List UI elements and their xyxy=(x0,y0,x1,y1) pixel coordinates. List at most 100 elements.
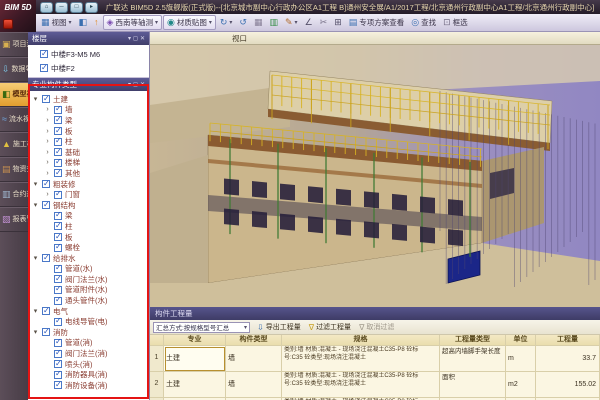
minimize-button[interactable]: ─ xyxy=(55,2,68,13)
walk-button[interactable]: ↺ xyxy=(236,17,250,28)
collapse-arrow-icon[interactable]: › xyxy=(44,106,51,113)
tree-item[interactable]: ›楼梯 xyxy=(28,158,149,169)
close-icon[interactable]: ✕ xyxy=(140,81,145,88)
checkbox-checked-icon[interactable] xyxy=(42,201,50,209)
section-button[interactable]: ✂ xyxy=(317,17,331,28)
tree-item[interactable]: ▾消防 xyxy=(28,327,149,338)
home-menu-icon[interactable] xyxy=(3,19,13,29)
menu-button[interactable]: ▸ xyxy=(85,2,98,13)
frame-button[interactable]: ⊞ xyxy=(331,17,345,28)
tree-item[interactable]: ›板 xyxy=(28,126,149,137)
checkbox-checked-icon[interactable] xyxy=(54,212,62,220)
tree-item[interactable]: 管道(消) xyxy=(28,338,149,349)
checkbox-checked-icon[interactable] xyxy=(54,106,62,114)
tree-item[interactable]: ›门窗 xyxy=(28,189,149,200)
checkbox-checked-icon[interactable] xyxy=(54,138,62,146)
tree-item[interactable]: 阀门法兰(水) xyxy=(28,274,149,285)
summary-mode-combo[interactable]: 汇总方式:按规格型号汇总 ▾ xyxy=(153,322,250,333)
table-row[interactable]: 1土建墙类别:墙 材质:混凝土 - 现场浇注混凝土C35-P8 砼标号:C35 … xyxy=(150,346,600,372)
checkbox-checked-icon[interactable] xyxy=(54,275,62,283)
collapse-arrow-icon[interactable]: › xyxy=(44,191,51,198)
measure-button[interactable]: ✎▾ xyxy=(282,17,301,28)
checkbox-checked-icon[interactable] xyxy=(54,360,62,368)
sidebar-item-data-import[interactable]: ⇩数据导入 xyxy=(0,57,28,82)
tree-item[interactable]: ▾电气 xyxy=(28,306,149,317)
collapse-arrow-icon[interactable]: › xyxy=(44,170,51,177)
restore-button[interactable]: □ xyxy=(70,2,83,13)
checkbox-checked-icon[interactable] xyxy=(54,350,62,358)
tree-item[interactable]: 消防器具(消) xyxy=(28,369,149,380)
expand-arrow-icon[interactable]: ▾ xyxy=(32,95,39,103)
tree-item[interactable]: 梁 xyxy=(28,211,149,222)
box-select-button[interactable]: ⊡框选 xyxy=(440,16,471,29)
export-quantity-button[interactable]: ⇩导出工程量 xyxy=(257,322,301,332)
material-map-button[interactable]: ◉材质贴图▾ xyxy=(163,15,216,30)
checkbox-checked-icon[interactable] xyxy=(42,95,50,103)
sidebar-item-contract[interactable]: ▥合约规划 xyxy=(0,182,28,207)
checkbox-checked-icon[interactable] xyxy=(42,328,50,336)
sidebar-item-simulation[interactable]: ▲施工模拟 xyxy=(0,132,28,157)
collapse-arrow-icon[interactable]: › xyxy=(44,159,51,166)
cascade-button[interactable]: ◧ xyxy=(76,17,91,28)
find-button[interactable]: ◎查找 xyxy=(408,16,439,29)
axonometric-button[interactable]: ◈西南等轴测▾ xyxy=(103,15,162,30)
tree-item[interactable]: ›基础 xyxy=(28,147,149,158)
tree-item[interactable]: ›其他 xyxy=(28,168,149,179)
checkbox-checked-icon[interactable] xyxy=(54,265,62,273)
tree-item[interactable]: ▾给排水 xyxy=(28,253,149,264)
checkbox-checked-icon[interactable] xyxy=(54,381,62,389)
grid-button[interactable]: ▦ xyxy=(251,17,266,28)
tree-item[interactable]: ›梁 xyxy=(28,115,149,126)
orbit-button[interactable]: ↻▾ xyxy=(217,17,236,28)
checkbox-checked-icon[interactable] xyxy=(42,254,50,262)
expand-arrow-icon[interactable]: ▾ xyxy=(32,180,39,188)
tree-item[interactable]: 通头管件(水) xyxy=(28,295,149,306)
checkbox-checked-icon[interactable] xyxy=(54,339,62,347)
collapse-arrow-icon[interactable]: › xyxy=(44,117,51,124)
floor-row[interactable]: 中楼F2 xyxy=(28,61,149,75)
expand-arrow-icon[interactable]: ▾ xyxy=(32,307,39,315)
collapse-arrow-icon[interactable]: › xyxy=(44,138,51,145)
checkbox-checked-icon[interactable] xyxy=(42,307,50,315)
model-3d-canvas[interactable] xyxy=(150,45,600,307)
tree-item[interactable]: ▾钢结构 xyxy=(28,200,149,211)
view-button[interactable]: ▦视图▾ xyxy=(38,16,75,29)
sidebar-item-materials[interactable]: ▤物资查询 xyxy=(0,157,28,182)
major-cell[interactable]: 土建 xyxy=(164,346,226,372)
checkbox-checked-icon[interactable] xyxy=(54,371,62,379)
tree-item[interactable]: 螺栓 xyxy=(28,242,149,253)
dock-icon[interactable]: ◻ xyxy=(133,35,138,42)
major-cell[interactable]: 土建 xyxy=(164,372,226,398)
filter-quantity-button[interactable]: ∇过滤工程量 xyxy=(309,322,351,332)
tree-item[interactable]: 管道附件(水) xyxy=(28,285,149,296)
pin-icon[interactable]: ▾ xyxy=(128,35,131,42)
expand-arrow-icon[interactable]: ▾ xyxy=(32,328,39,336)
floor-row[interactable]: 中楼F3-M5 M6 xyxy=(28,47,149,61)
tree-item[interactable]: ›柱 xyxy=(28,136,149,147)
checkbox-checked-icon[interactable] xyxy=(54,244,62,252)
checkbox-checked-icon[interactable] xyxy=(54,127,62,135)
checkbox-checked-icon[interactable] xyxy=(54,233,62,241)
checkbox-checked-icon[interactable] xyxy=(54,297,62,305)
home-button[interactable]: ⌂ xyxy=(40,2,53,13)
sidebar-item-model-view[interactable]: ◧模型视图 xyxy=(0,82,28,107)
sidebar-item-flow-view[interactable]: ≈流水视图 xyxy=(0,107,28,132)
sidebar-item-project-info[interactable]: ▣项目资料 xyxy=(0,32,28,57)
checkbox-checked-icon[interactable] xyxy=(40,50,48,58)
tree-item[interactable]: 电线导管(电) xyxy=(28,316,149,327)
tree-item[interactable]: ›墙 xyxy=(28,105,149,116)
checkbox-checked-icon[interactable] xyxy=(54,318,62,326)
tree-item[interactable]: 柱 xyxy=(28,221,149,232)
tree-item[interactable]: 板 xyxy=(28,232,149,243)
checkbox-checked-icon[interactable] xyxy=(54,222,62,230)
expand-arrow-icon[interactable]: ▾ xyxy=(32,254,39,262)
dock-icon[interactable]: ◻ xyxy=(133,81,138,88)
tree-item[interactable]: ▾土建 xyxy=(28,94,149,105)
viewport-3d-render[interactable] xyxy=(150,45,600,307)
checkbox-checked-icon[interactable] xyxy=(54,169,62,177)
checkbox-checked-icon[interactable] xyxy=(54,191,62,199)
tree-item[interactable]: 阀门法兰(消) xyxy=(28,348,149,359)
expand-arrow-icon[interactable]: ▾ xyxy=(32,201,39,209)
checkbox-checked-icon[interactable] xyxy=(54,116,62,124)
special-plan-button[interactable]: ▤专项方案查看 xyxy=(346,16,408,29)
